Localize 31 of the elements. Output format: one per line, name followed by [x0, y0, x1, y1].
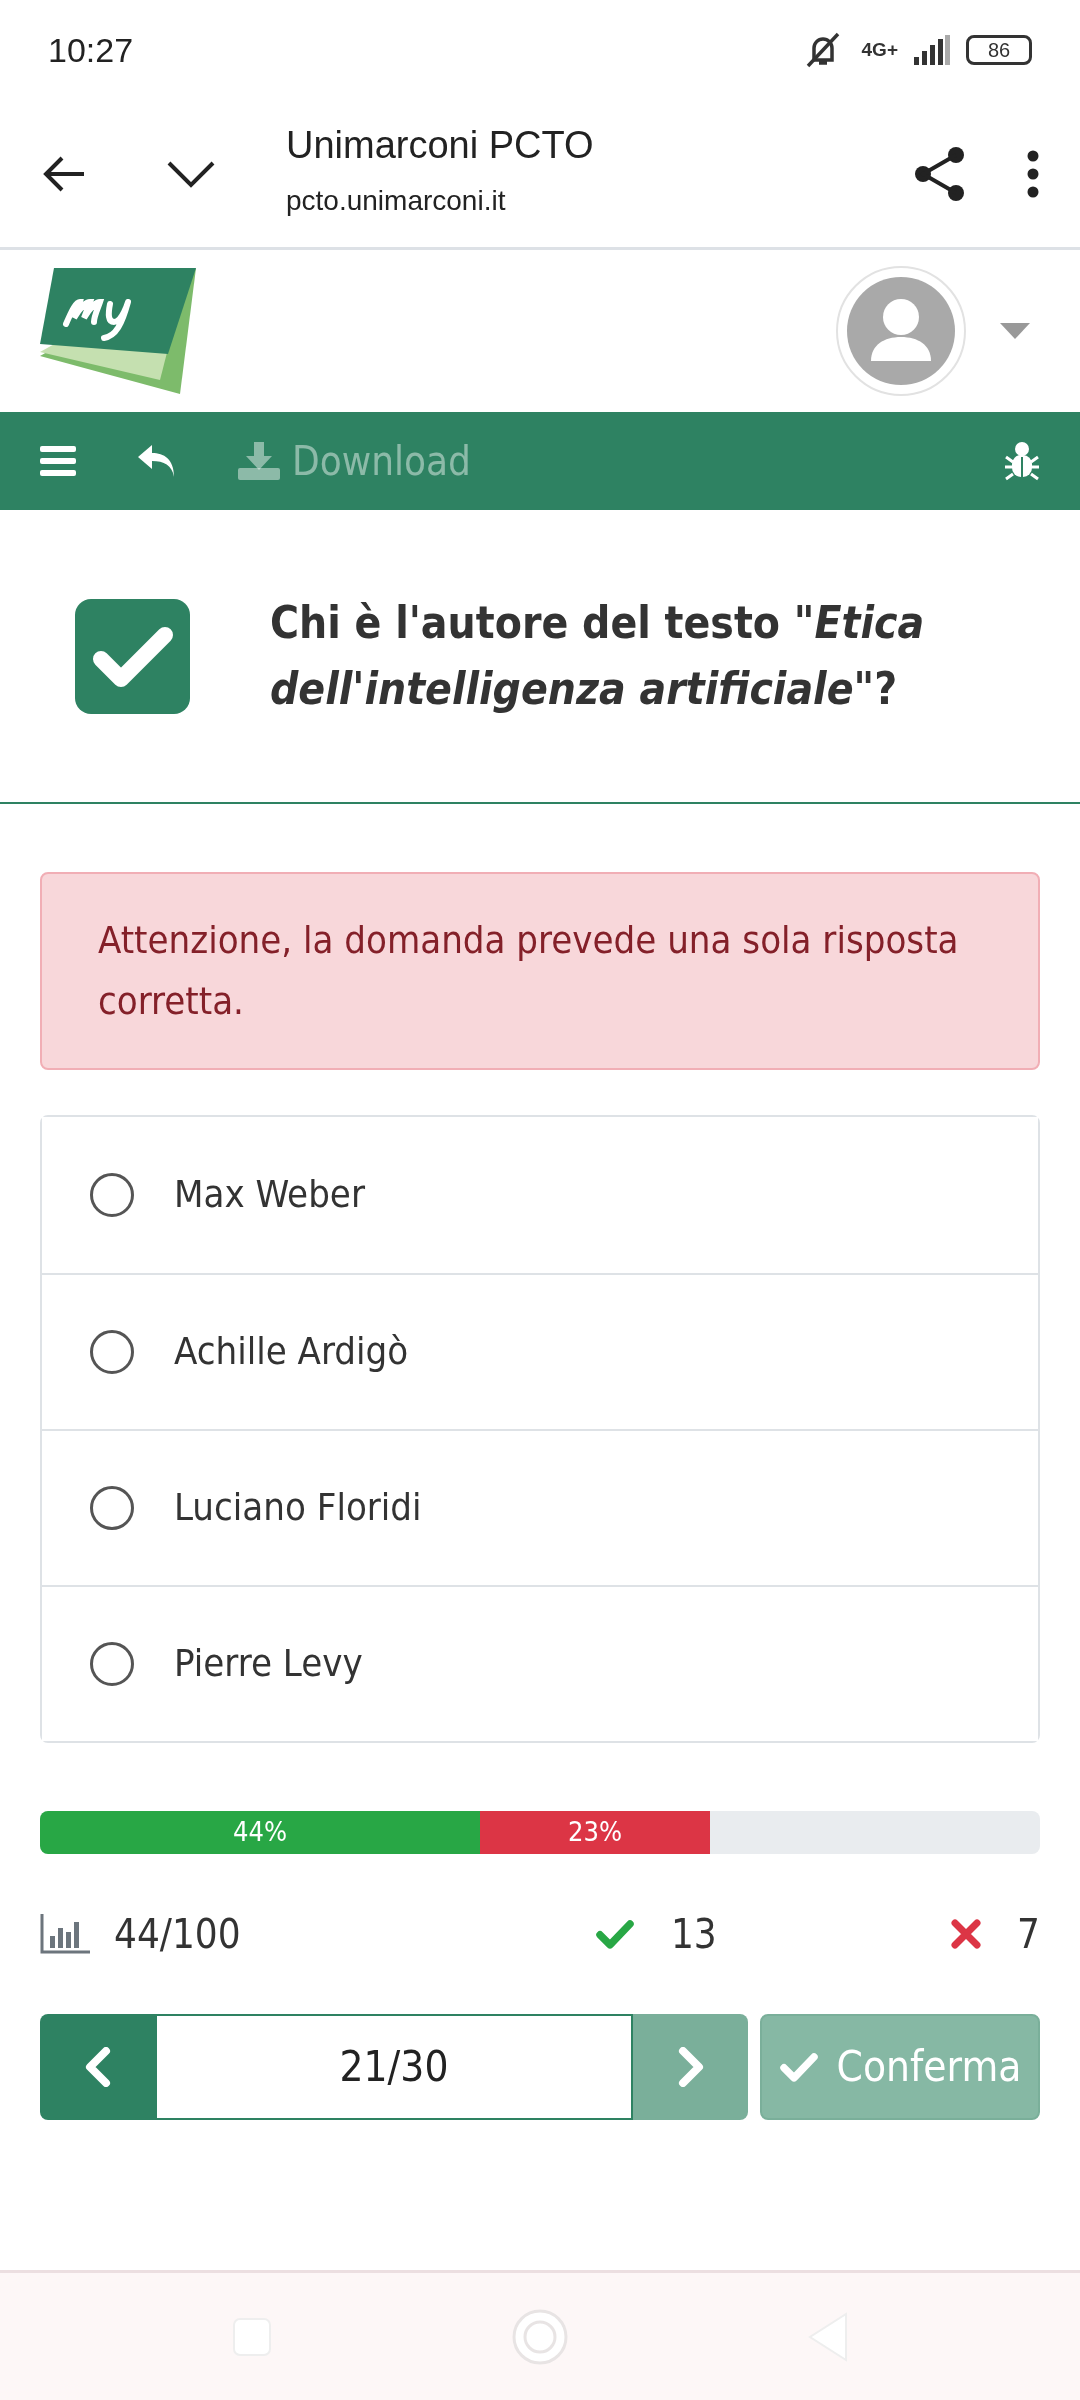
battery-indicator: 86	[966, 35, 1032, 65]
score-text: 44/100	[114, 1909, 241, 1959]
radio-button[interactable]	[90, 1485, 134, 1530]
caret-icon[interactable]	[1000, 323, 1030, 339]
correct-count: 13	[670, 1909, 717, 1959]
signal-icon	[914, 35, 950, 65]
progress-segment: 44%	[40, 1810, 480, 1854]
question-number-field[interactable]: 21/30	[155, 2013, 633, 2120]
more-button[interactable]	[1026, 149, 1040, 198]
network-type: 4G+	[861, 37, 898, 62]
menu-button[interactable]	[40, 446, 76, 476]
chevron-right-icon	[676, 2046, 705, 2087]
chevron-left-icon	[83, 2046, 112, 2087]
question-text: Chi è l'autore del testo "Etica dell'intelligenza artificiale"?	[270, 596, 926, 716]
page-title: Unimarconi PCTO	[286, 124, 595, 167]
radio-button[interactable]	[90, 1329, 134, 1374]
status-time: 10:27	[48, 29, 134, 71]
previous-button[interactable]	[40, 2013, 155, 2120]
progress-segment: 23%	[480, 1810, 710, 1854]
wrong-count: 7	[1017, 1909, 1040, 1959]
bug-report-button[interactable]	[1004, 441, 1040, 481]
checkbox-icon	[75, 598, 190, 714]
page-url: pcto.unimarconi.it	[286, 184, 507, 219]
share-button[interactable]	[914, 145, 966, 202]
radio-button[interactable]	[90, 1641, 134, 1686]
radio-button[interactable]	[90, 1172, 134, 1217]
cross-icon	[951, 1918, 982, 1949]
answer-option[interactable]: Pierre Levy	[42, 1584, 1038, 1741]
download-icon	[238, 442, 280, 480]
chart-icon	[40, 1913, 90, 1954]
warning-alert: Attenzione, la domanda prevede una sola risposta corretta.	[40, 872, 1040, 1070]
